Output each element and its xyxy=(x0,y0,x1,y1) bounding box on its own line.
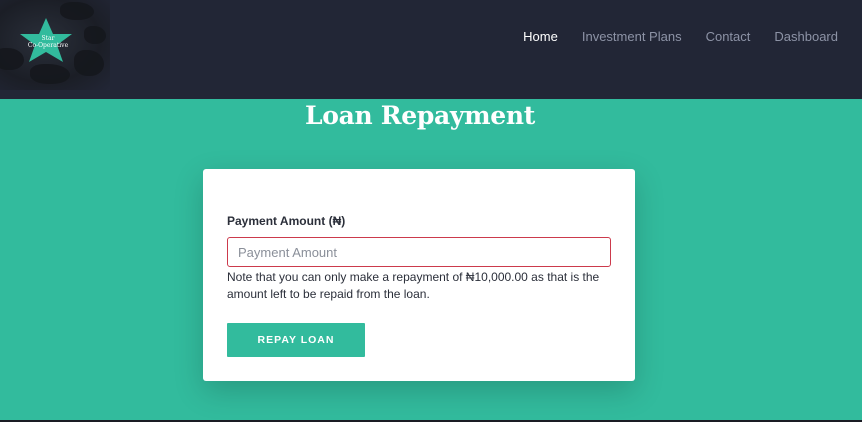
navbar: Star Co-Operative Home Investment Plans … xyxy=(0,0,862,99)
payment-amount-label: Payment Amount (₦) xyxy=(227,214,346,228)
logo-background-shape xyxy=(84,26,106,44)
logo-background-shape xyxy=(74,50,104,76)
nav-links: Home Investment Plans Contact Dashboard xyxy=(523,29,838,45)
nav-home-link[interactable]: Home xyxy=(523,29,558,45)
nav-investment-plans-link[interactable]: Investment Plans xyxy=(582,29,682,45)
repayment-note: Note that you can only make a repayment … xyxy=(227,270,600,301)
logo-text-line1: Star xyxy=(41,35,55,42)
logo-background-shape xyxy=(30,64,70,84)
payment-amount-input[interactable] xyxy=(227,237,611,267)
page-title: Loan Repayment xyxy=(304,101,536,130)
repay-loan-button[interactable]: REPAY LOAN xyxy=(227,323,365,357)
nav-contact-link[interactable]: Contact xyxy=(706,29,751,45)
main-section: Loan Repayment Payment Amount (₦) Note t… xyxy=(0,99,862,420)
repayment-card: Payment Amount (₦) Note that you can onl… xyxy=(203,169,635,381)
nav-dashboard-link[interactable]: Dashboard xyxy=(774,29,838,45)
logo-text-line2: Co-Operative xyxy=(27,42,69,49)
logo[interactable]: Star Co-Operative xyxy=(0,0,110,90)
